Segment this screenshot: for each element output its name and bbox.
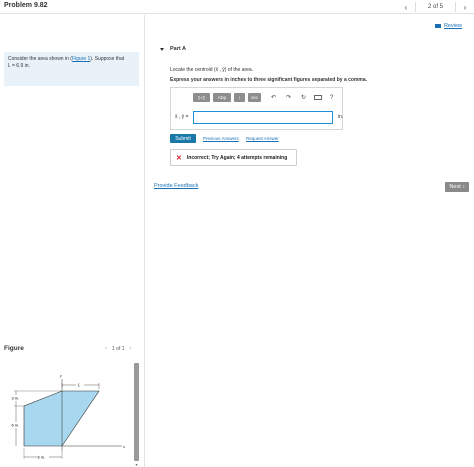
chevron-left-icon[interactable]: ‹	[401, 2, 411, 12]
problem-statement: Consider the area shown in (Figure 1). S…	[4, 52, 139, 86]
prompt-text-after: ). Suppose that	[90, 56, 125, 62]
pager-text: 2 of 5	[427, 4, 443, 10]
problem-pager: ‹ 2 of 5 ›	[401, 2, 470, 12]
undo-icon[interactable]: ↶	[269, 93, 278, 102]
submit-button[interactable]: Submit	[170, 134, 196, 143]
answer-panel: ▯√▯ ΑΣφ ↕ vec ↶ ↷ ↻ ? x̄ , ȳ = in.	[170, 87, 343, 130]
chevron-left-icon[interactable]: ‹	[105, 346, 107, 352]
math-toolbar: ▯√▯ ΑΣφ ↕ vec ↶ ↷ ↻ ?	[193, 93, 333, 102]
x-axis-label: x	[122, 444, 125, 449]
figure-link[interactable]: Figure 1	[72, 56, 90, 62]
request-answer-link[interactable]: Request Answer	[246, 136, 279, 141]
help-icon[interactable]: ?	[330, 95, 333, 101]
templates-button[interactable]: ▯√▯	[193, 93, 210, 102]
chevron-right-icon[interactable]: ›	[460, 2, 470, 12]
y-axis-label: y	[59, 373, 62, 378]
dim-6in-bottom-label: 6 in.	[38, 455, 46, 460]
dim-3in-label: 3 in.	[12, 396, 20, 401]
scrollbar-thumb[interactable]	[134, 363, 139, 461]
figure-scrollbar[interactable]: ▾	[134, 363, 139, 467]
figure-pager-text: 1 of 1	[112, 346, 125, 352]
vec-button[interactable]: vec	[248, 93, 261, 102]
prompt-length-value: L = 6.9 in.	[8, 63, 30, 69]
centroid-figure: y x L 3 in. 6 in. 6 in.	[11, 373, 125, 460]
vector-arrow-button[interactable]: ↕	[234, 93, 245, 102]
pager-divider	[414, 2, 416, 12]
previous-answers-link[interactable]: Previous Answers	[203, 136, 239, 141]
question-text: Locate the centroid (x̄ , ȳ) of the area…	[170, 67, 254, 73]
part-a-header[interactable]: Part A	[160, 46, 186, 52]
figure-canvas: y x L 3 in. 6 in. 6 in.	[4, 361, 138, 467]
chevron-right-icon[interactable]: ›	[130, 346, 132, 352]
greek-symbols-button[interactable]: ΑΣφ	[213, 93, 231, 102]
feedback-message: ✕ Incorrect; Try Again; 4 attempts remai…	[170, 149, 297, 166]
instruction-text: Express your answers in inches to three …	[170, 77, 368, 83]
scroll-down-arrow-icon[interactable]: ▾	[134, 462, 139, 467]
provide-feedback-link[interactable]: Provide Feedback	[154, 183, 198, 189]
next-button[interactable]: Next ›	[445, 182, 469, 192]
review-label: Review	[443, 23, 462, 29]
pager-divider	[455, 2, 456, 12]
problem-title: Problem 9.82	[4, 2, 48, 9]
figure-pager: ‹ 1 of 1 ›	[100, 346, 137, 352]
reset-icon[interactable]: ↻	[299, 93, 308, 102]
review-link[interactable]: Review	[434, 23, 462, 29]
figure-label: Figure	[4, 345, 24, 352]
header-bar: Problem 9.82 ‹ 2 of 5 ›	[0, 0, 474, 14]
keyboard-icon[interactable]	[314, 95, 322, 100]
next-label: Next	[449, 184, 461, 190]
chevron-right-icon: ›	[462, 184, 465, 190]
part-title: Part A	[170, 46, 186, 52]
redo-icon[interactable]: ↷	[284, 93, 293, 102]
answer-field-label: x̄ , ȳ =	[175, 114, 189, 120]
collapse-triangle-icon[interactable]	[160, 47, 164, 51]
feedback-text: Incorrect; Try Again; 4 attempts remaini…	[186, 154, 288, 161]
x-icon: ✕	[176, 154, 182, 162]
answer-input[interactable]	[193, 111, 333, 124]
review-icon	[434, 24, 441, 28]
answer-unit: in.	[338, 114, 344, 120]
dim-6in-left-label: 6 in.	[12, 423, 20, 428]
prompt-text: Consider the area shown in (	[8, 56, 72, 62]
area-shape	[23, 390, 100, 447]
left-panel: Consider the area shown in (Figure 1). S…	[0, 15, 145, 467]
